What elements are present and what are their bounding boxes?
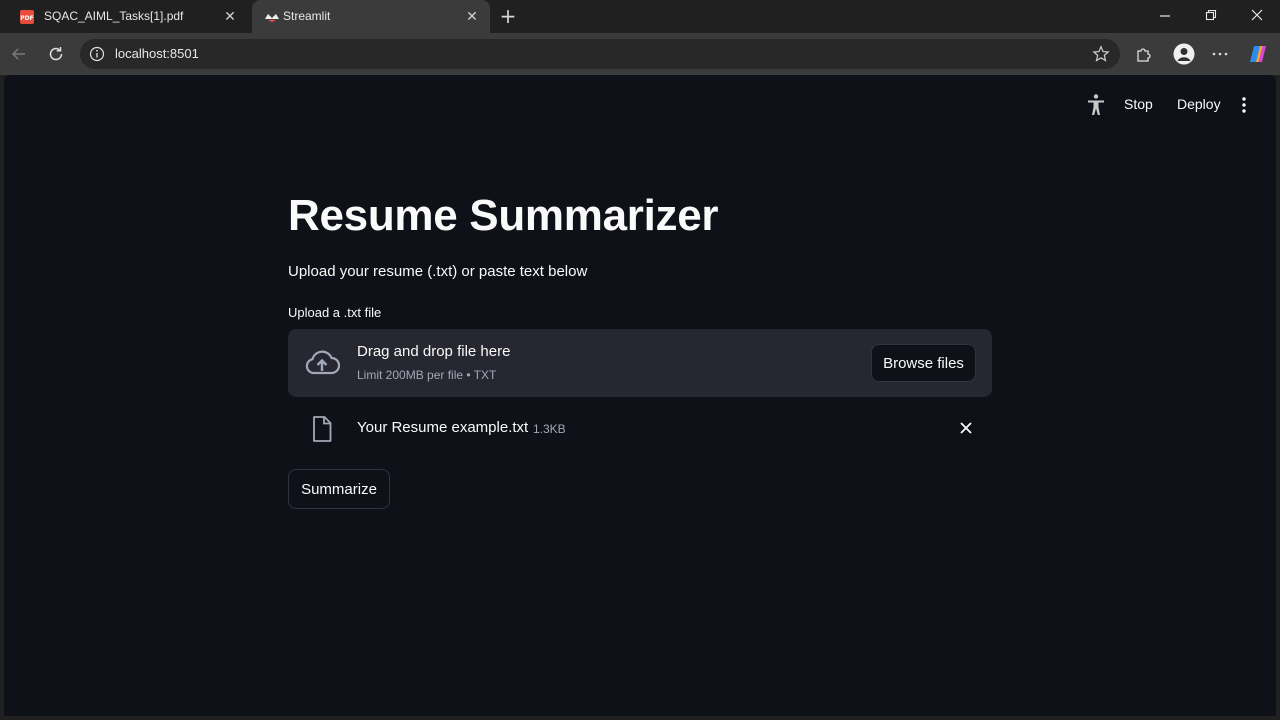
uploaded-file-size: 1.3KB <box>533 422 566 436</box>
main-menu-icon[interactable] <box>1238 94 1250 116</box>
minimize-icon[interactable] <box>1153 5 1177 27</box>
page-subtitle: Upload your resume (.txt) or paste text … <box>288 263 588 280</box>
accessibility-icon[interactable] <box>1086 93 1106 117</box>
tab-title: Streamlit <box>283 9 331 23</box>
streamlit-app: Stop Deploy Resume Summarizer Upload you… <box>4 75 1276 716</box>
file-dropzone[interactable]: Drag and drop file here Limit 200MB per … <box>288 329 992 397</box>
file-uploader-label: Upload a .txt file <box>288 305 382 320</box>
tab-streamlit[interactable]: Streamlit ✕ <box>252 0 490 33</box>
file-document-icon <box>312 416 332 442</box>
tab-pdf[interactable]: PDF SQAC_AIML_Tasks[1].pdf ✕ <box>8 0 248 33</box>
address-bar[interactable]: localhost:8501 <box>80 39 1120 69</box>
close-tab-icon[interactable]: ✕ <box>464 8 480 24</box>
dropzone-limit-text: Limit 200MB per file • TXT <box>357 368 497 382</box>
dropzone-instruction: Drag and drop file here <box>357 343 511 360</box>
remove-file-icon[interactable] <box>958 420 974 436</box>
url-text: localhost:8501 <box>115 46 199 61</box>
browse-files-button[interactable]: Browse files <box>871 344 976 382</box>
new-tab-button[interactable]: + <box>498 5 518 27</box>
browser-toolbar: localhost:8501 <box>0 33 1280 75</box>
profile-avatar-icon[interactable] <box>1173 43 1195 65</box>
browser-tab-bar: PDF SQAC_AIML_Tasks[1].pdf ✕ Streamlit ✕… <box>0 0 1280 33</box>
page-title: Resume Summarizer <box>288 191 719 240</box>
copilot-icon[interactable] <box>1247 43 1269 65</box>
deploy-button[interactable]: Deploy <box>1177 96 1221 112</box>
favorite-star-icon[interactable] <box>1092 45 1110 63</box>
uploaded-file-name: Your Resume example.txt <box>357 419 529 436</box>
restore-icon[interactable] <box>1199 5 1223 27</box>
app-header: Stop Deploy <box>4 75 1276 133</box>
close-tab-icon[interactable]: ✕ <box>222 8 238 24</box>
stop-button[interactable]: Stop <box>1124 96 1153 112</box>
uploaded-file-item: Your Resume example.txt 1.3KB <box>288 405 992 451</box>
svg-text:PDF: PDF <box>20 15 33 22</box>
extensions-icon[interactable] <box>1133 43 1155 65</box>
streamlit-icon <box>264 9 280 25</box>
cloud-upload-icon <box>304 347 341 379</box>
site-info-icon[interactable] <box>89 46 105 62</box>
summarize-button[interactable]: Summarize <box>288 469 390 509</box>
pdf-icon: PDF <box>19 9 35 25</box>
reload-icon[interactable] <box>45 43 67 65</box>
tab-title: SQAC_AIML_Tasks[1].pdf <box>44 9 184 23</box>
more-options-icon[interactable] <box>1209 43 1231 65</box>
back-icon[interactable] <box>8 43 30 65</box>
close-window-icon[interactable] <box>1245 5 1269 27</box>
